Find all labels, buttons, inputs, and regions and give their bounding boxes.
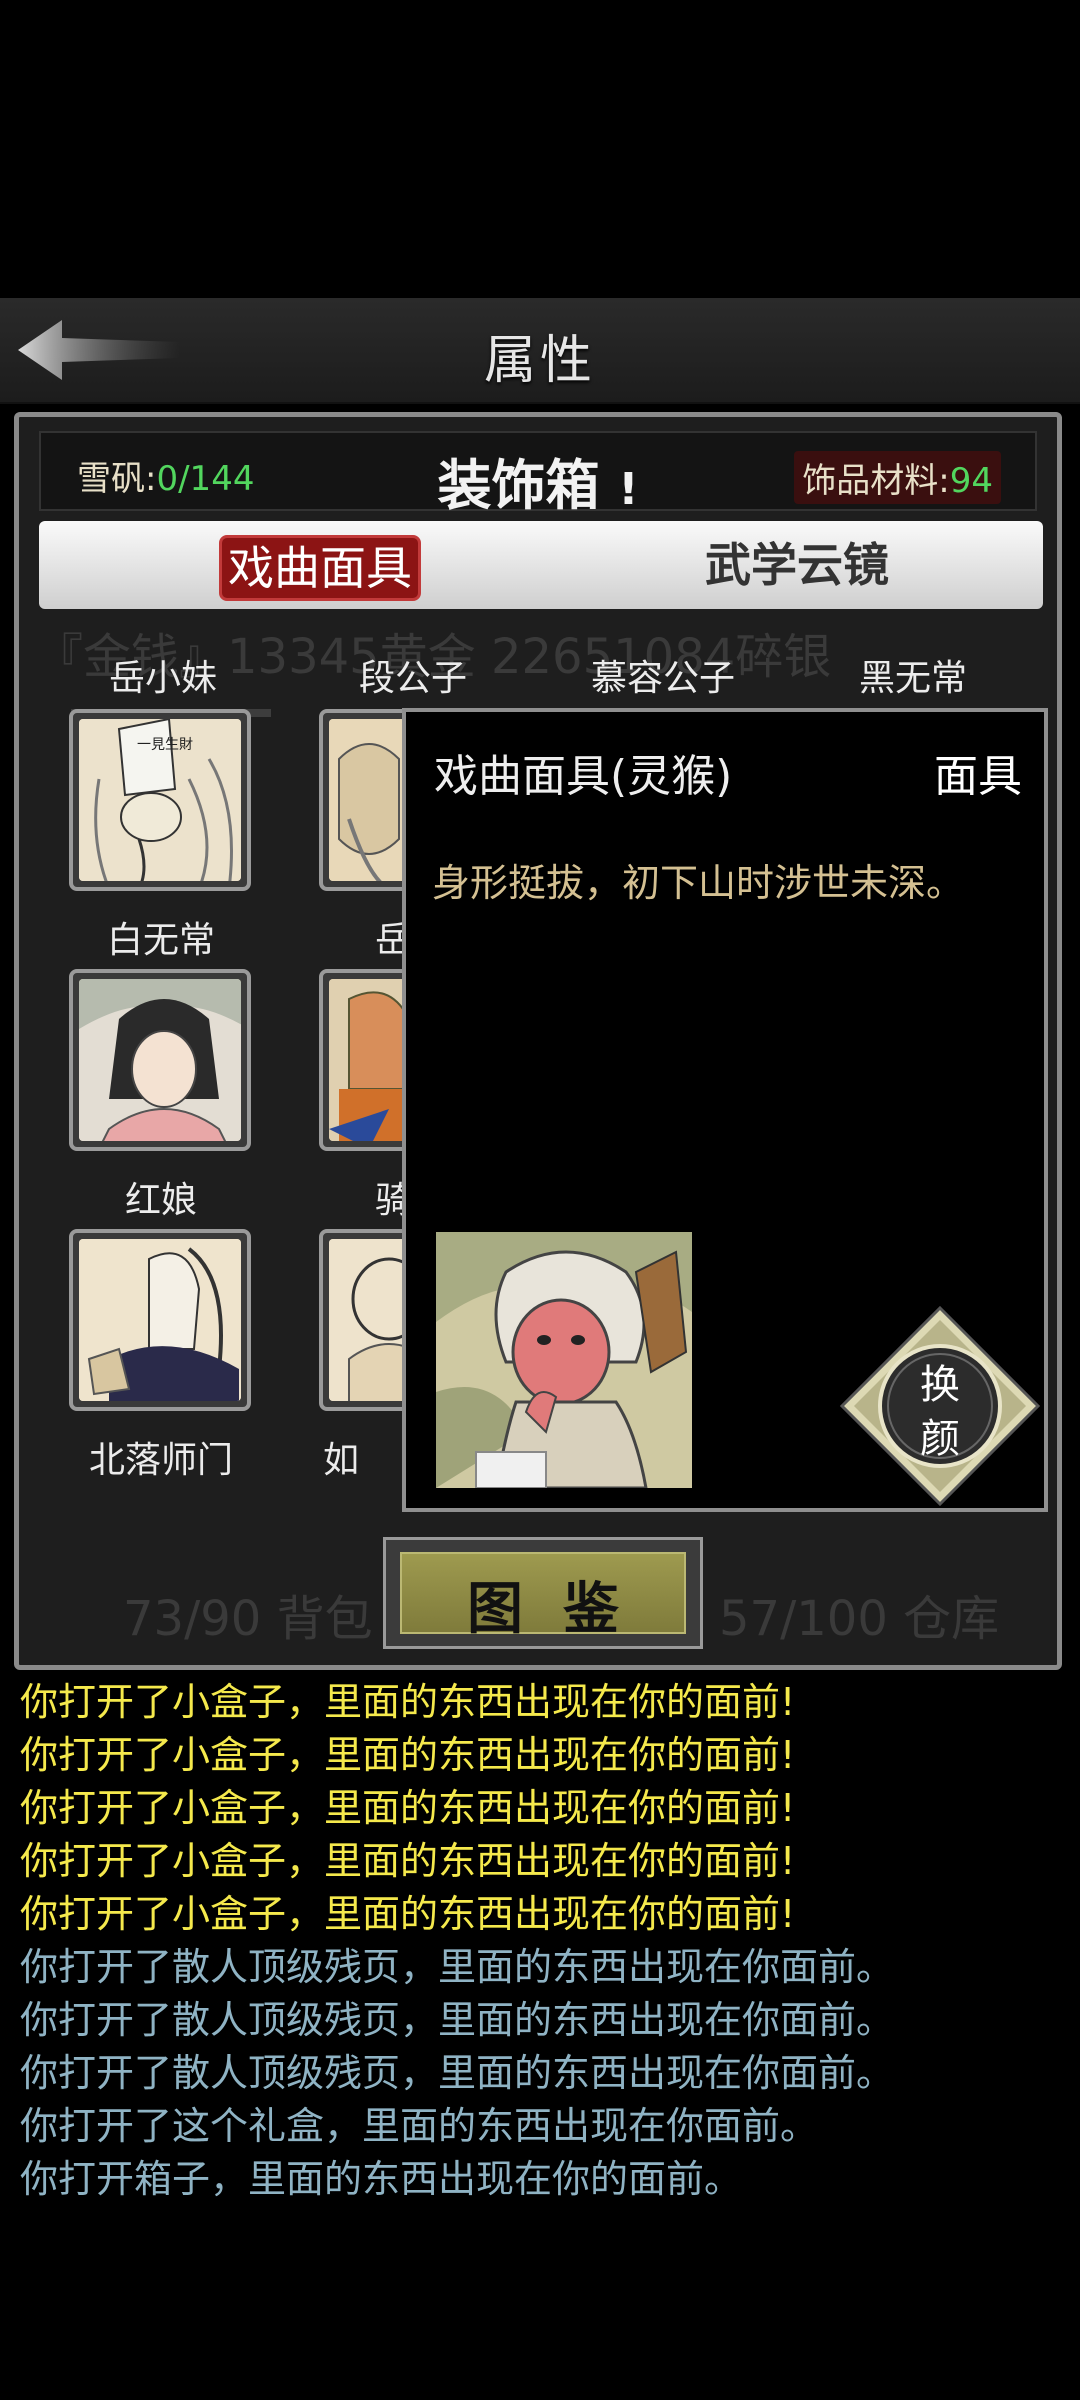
material-counter: 饰品材料:94 bbox=[794, 451, 1001, 504]
tab-opera-mask[interactable]: 戏曲面具 bbox=[219, 535, 421, 601]
popup-item-type: 面具 bbox=[934, 751, 1022, 802]
item-name: 慕容公子 bbox=[590, 658, 735, 699]
background-storage-text: 57/100 仓库 bbox=[719, 1591, 1000, 1647]
top-bar: 属性 bbox=[0, 298, 1080, 404]
item-name: 段公子 bbox=[358, 658, 467, 699]
item-name: 北落师门 bbox=[88, 1440, 233, 1481]
mask-card-white-ghost[interactable]: 一見生財 bbox=[69, 709, 251, 891]
popup-item-description: 身形挺拔，初下山时涉世未深。 bbox=[432, 861, 965, 905]
log-line: 你打开箱子，里面的东西出现在你的面前。 bbox=[20, 2157, 743, 2201]
item-name: 岳小妹 bbox=[108, 658, 217, 699]
header-row: 雪矾:0/144 装饰箱 ! 饰品材料:94 bbox=[39, 431, 1037, 517]
spirit-monkey-portrait-icon bbox=[436, 1232, 692, 1488]
swap-label-bottom: 颜 bbox=[920, 1416, 960, 1462]
tab-martial-mirror[interactable]: 武学云镜 bbox=[699, 535, 895, 595]
item-name: 如 bbox=[322, 1440, 359, 1481]
catalog-button[interactable]: 图鉴 bbox=[383, 1537, 703, 1649]
log-line: 你打开了小盒子，里面的东西出现在你的面前! bbox=[20, 1680, 796, 1724]
info-mark[interactable]: ! bbox=[618, 464, 638, 515]
category-tabs: 戏曲面具 武学云镜 bbox=[39, 521, 1043, 609]
log-line: 你打开了小盒子，里面的东西出现在你的面前! bbox=[20, 1892, 796, 1936]
background-bag-text: 73/90 背包 bbox=[123, 1591, 373, 1647]
swap-appearance-button[interactable]: 换 颜 bbox=[839, 1305, 1041, 1507]
hongniang-mask-icon bbox=[79, 979, 241, 1141]
item-name: 白无常 bbox=[106, 920, 215, 961]
log-line: 你打开了小盒子，里面的东西出现在你的面前! bbox=[20, 1786, 796, 1830]
log-line: 你打开了散人顶级残页，里面的东西出现在你面前。 bbox=[20, 1945, 895, 1989]
beiluo-mask-icon bbox=[79, 1239, 241, 1401]
item-detail-popup: 戏曲面具(灵猴) 面具 身形挺拔，初下山时涉世未深。 换 颜 bbox=[402, 708, 1048, 1512]
item-name: 黑无常 bbox=[858, 658, 967, 699]
popup-item-title: 戏曲面具(灵猴) bbox=[434, 751, 733, 802]
log-line: 你打开了这个礼盒，里面的东西出现在你面前。 bbox=[20, 2104, 819, 2148]
page-title: 属性 bbox=[483, 331, 596, 391]
item-name: 红娘 bbox=[124, 1180, 197, 1221]
svg-text:一見生財: 一見生財 bbox=[137, 737, 193, 753]
white-ghost-mask-icon: 一見生財 bbox=[79, 719, 241, 881]
log-line: 你打开了散人顶级残页，里面的东西出现在你面前。 bbox=[20, 1998, 895, 2042]
log-line: 你打开了散人顶级残页，里面的东西出现在你面前。 bbox=[20, 2051, 895, 2095]
message-log: 你打开了小盒子，里面的东西出现在你的面前! 你打开了小盒子，里面的东西出现在你的… bbox=[20, 1676, 1070, 2206]
mask-card-hongniang[interactable] bbox=[69, 969, 251, 1151]
log-line: 你打开了小盒子，里面的东西出现在你的面前! bbox=[20, 1839, 796, 1883]
item-portrait bbox=[436, 1232, 692, 1488]
log-line: 你打开了小盒子，里面的东西出现在你的面前! bbox=[20, 1733, 796, 1777]
mask-card-beiluo[interactable] bbox=[69, 1229, 251, 1411]
swap-label-top: 换 bbox=[920, 1362, 960, 1408]
